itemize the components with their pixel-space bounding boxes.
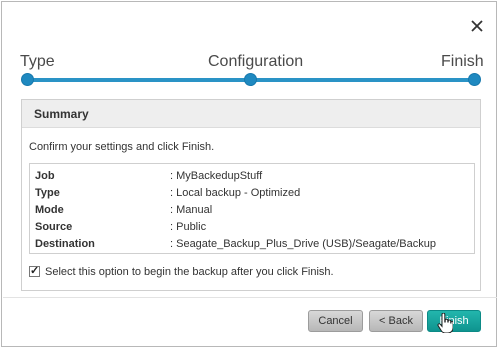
detail-value: : Manual	[170, 204, 213, 216]
step-dot-finish	[468, 73, 481, 86]
step-label-configuration: Configuration	[208, 53, 304, 70]
start-backup-checkbox[interactable]: ✓	[29, 265, 40, 277]
backup-wizard-dialog: Type Configuration Finish Summary Confir…	[1, 1, 497, 347]
back-button[interactable]: < Back	[369, 310, 423, 332]
cancel-button[interactable]: Cancel	[308, 310, 363, 332]
detail-value: : Public	[170, 221, 207, 233]
detail-key: Destination	[35, 238, 95, 250]
detail-value: : Local backup - Optimized	[170, 187, 301, 199]
detail-row-type: Type : Local backup - Optimized	[30, 184, 474, 202]
detail-row-destination: Destination : Seagate_Backup_Plus_Drive …	[30, 235, 474, 253]
summary-title: Summary	[22, 100, 480, 128]
detail-key: Type	[35, 187, 60, 199]
hand-pointer-icon	[437, 313, 453, 333]
step-label-finish: Finish	[441, 53, 484, 70]
confirm-text: Confirm your settings and click Finish.	[29, 141, 215, 153]
detail-value: : MyBackedupStuff	[170, 170, 263, 182]
start-backup-label[interactable]: Select this option to begin the backup a…	[45, 265, 334, 279]
finish-button[interactable]: Finish	[427, 310, 481, 332]
step-dot-type	[21, 73, 34, 86]
close-button[interactable]	[468, 17, 486, 35]
detail-row-mode: Mode : Manual	[30, 201, 474, 219]
detail-key: Source	[35, 221, 73, 233]
detail-key: Mode	[35, 204, 64, 216]
detail-value: : Seagate_Backup_Plus_Drive (USB)/Seagat…	[170, 238, 436, 250]
detail-row-source: Source : Public	[30, 218, 474, 236]
checkmark-icon: ✓	[30, 265, 40, 277]
settings-details-box: Job : MyBackedupStuff Type : Local backu…	[29, 163, 475, 254]
footer-divider	[3, 297, 497, 298]
step-dot-configuration	[244, 73, 257, 86]
close-icon	[471, 20, 483, 32]
step-label-type: Type	[20, 53, 55, 70]
summary-panel: Summary Confirm your settings and click …	[21, 99, 481, 291]
detail-key: Job	[35, 170, 55, 182]
detail-row-job: Job : MyBackedupStuff	[30, 167, 474, 185]
